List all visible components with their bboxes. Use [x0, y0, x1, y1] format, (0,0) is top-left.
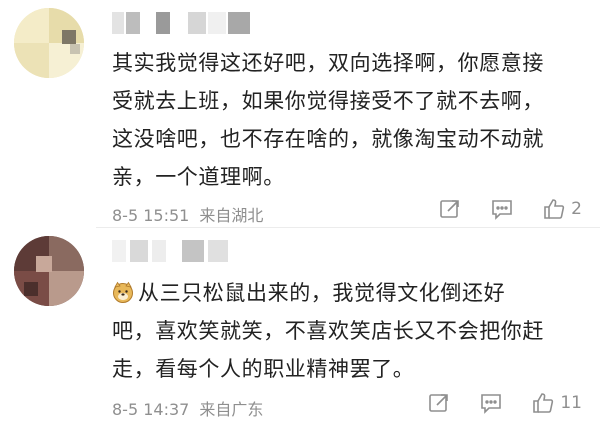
comment-actions: 2	[409, 198, 582, 220]
reply-button[interactable]	[480, 392, 502, 414]
comment-location: 来自广东	[199, 400, 264, 419]
comment-meta: 8-5 15:51 来自湖北	[112, 202, 263, 226]
comment-text-content: 从三只松鼠出来的，我觉得文化倒还好 吧，喜欢笑就笑，不喜欢笑店长又不会把你赶 走…	[112, 281, 544, 381]
reply-button[interactable]	[491, 198, 513, 220]
comment-text: 从三只松鼠出来的，我觉得文化倒还好 吧，喜欢笑就笑，不喜欢笑店长又不会把你赶 走…	[112, 274, 588, 388]
comment-item: 从三只松鼠出来的，我觉得文化倒还好 吧，喜欢笑就笑，不喜欢笑店长又不会把你赶 走…	[0, 228, 600, 423]
comment-icon	[491, 198, 513, 220]
like-button[interactable]: 11	[532, 392, 582, 414]
share-button[interactable]	[439, 198, 461, 220]
share-button[interactable]	[428, 392, 450, 414]
doge-emoji-icon	[112, 277, 134, 303]
share-icon	[439, 198, 461, 220]
comment-item: 其实我觉得这还好吧，双向选择啊，你愿意接 受就去上班，如果你觉得接受不了就不去啊…	[0, 0, 600, 228]
like-button[interactable]: 2	[543, 198, 582, 220]
comment-date: 8-5 14:37	[112, 400, 190, 419]
avatar[interactable]	[14, 236, 84, 306]
comment-date: 8-5 15:51	[112, 206, 190, 225]
avatar[interactable]	[14, 8, 84, 78]
comment-actions: 11	[398, 392, 582, 414]
thumbs-up-icon	[532, 392, 554, 414]
comment-text: 其实我觉得这还好吧，双向选择啊，你愿意接 受就去上班，如果你觉得接受不了就不去啊…	[112, 51, 544, 189]
comment-meta: 8-5 14:37 来自广东	[112, 396, 263, 420]
comment-location: 来自湖北	[199, 206, 264, 225]
like-count: 11	[560, 393, 582, 413]
like-count: 2	[571, 199, 582, 219]
thumbs-up-icon	[543, 198, 565, 220]
share-icon	[428, 392, 450, 414]
comment-icon	[480, 392, 502, 414]
